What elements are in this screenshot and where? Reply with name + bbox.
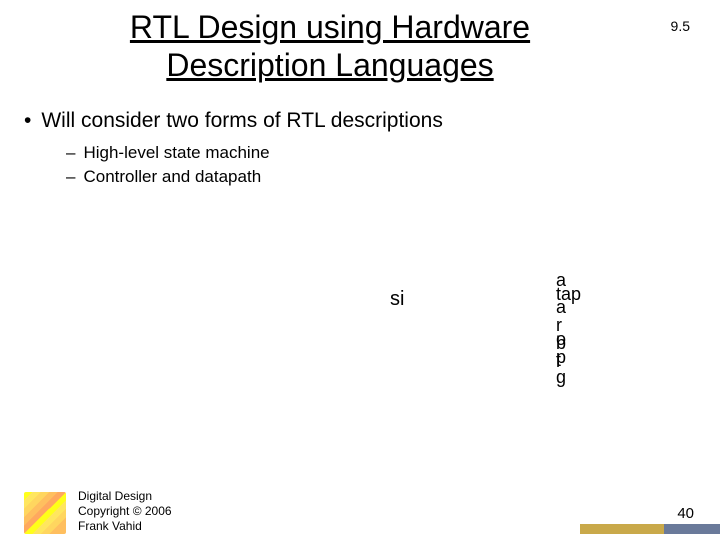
fragment-robpg: r o b p t g	[556, 318, 566, 384]
main-bullet: • Will consider two forms of RTL descrip…	[18, 109, 720, 133]
page-number: 40	[677, 505, 694, 522]
sub-bullet-text: High-level state machine	[83, 143, 269, 163]
content-area: • Will consider two forms of RTL descrip…	[18, 109, 720, 187]
sub-bullet-list: – High-level state machine – Controller …	[66, 143, 720, 187]
footer-line: Copyright © 2006	[78, 504, 172, 519]
fragment-line: t	[556, 353, 561, 367]
page-title: RTL Design using Hardware Description La…	[60, 8, 600, 85]
fragment-atap: a tap a	[556, 274, 581, 315]
dash-icon: –	[66, 167, 75, 187]
sub-bullet-item: – Controller and datapath	[66, 167, 720, 187]
fragment-si: si	[390, 288, 404, 311]
sub-bullet-text: Controller and datapath	[83, 167, 261, 187]
accent-bar-segment	[664, 524, 720, 534]
bullet-dot-icon: •	[24, 109, 31, 133]
sub-bullet-item: – High-level state machine	[66, 143, 720, 163]
book-logo-icon	[24, 492, 66, 534]
footer: Digital Design Copyright © 2006 Frank Va…	[0, 474, 720, 534]
fragment-line: g	[556, 370, 566, 384]
accent-bar-segment	[580, 524, 664, 534]
footer-line: Digital Design	[78, 489, 172, 504]
dash-icon: –	[66, 143, 75, 163]
footer-line: Frank Vahid	[78, 519, 172, 534]
footer-text: Digital Design Copyright © 2006 Frank Va…	[78, 489, 172, 534]
main-bullet-text: Will consider two forms of RTL descripti…	[41, 109, 442, 133]
slide-number: 9.5	[671, 18, 690, 34]
accent-bar	[580, 524, 720, 534]
